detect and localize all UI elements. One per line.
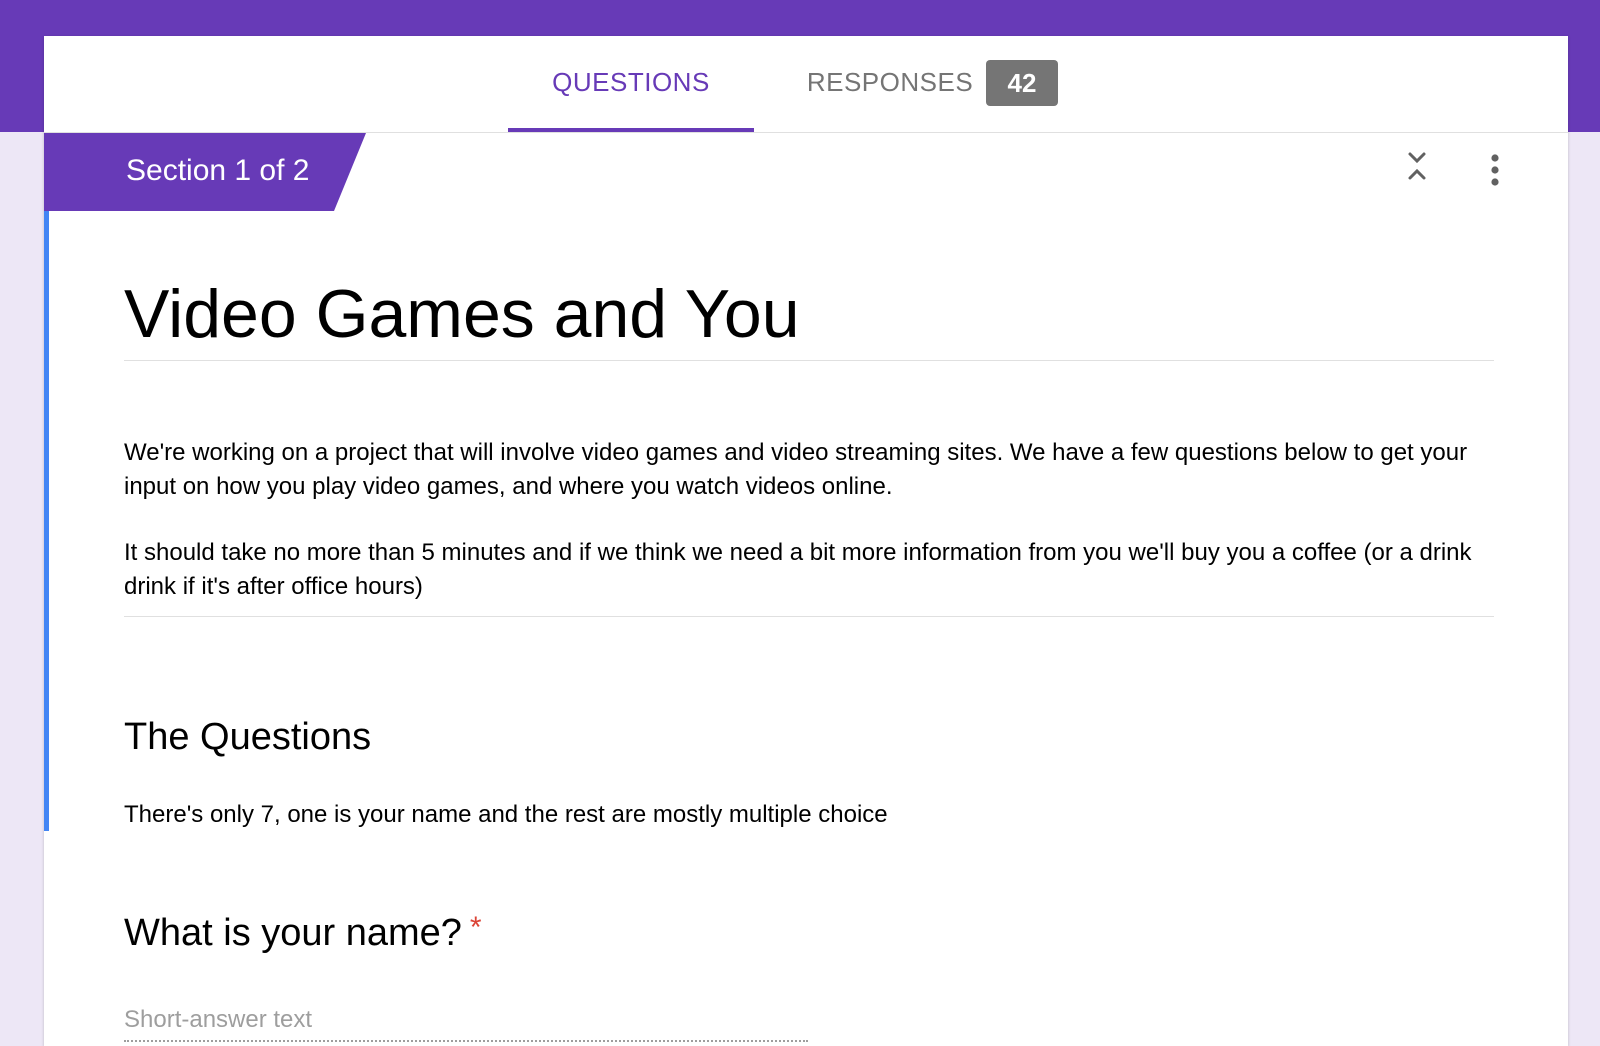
tab-questions[interactable]: QUESTIONS xyxy=(508,36,754,132)
short-answer-field[interactable] xyxy=(124,1000,808,1042)
collapse-section-icon[interactable] xyxy=(1400,150,1434,194)
responses-count-badge: 42 xyxy=(986,60,1058,106)
section-header-title[interactable]: The Questions xyxy=(124,712,371,762)
section-label: Section 1 of 2 xyxy=(126,154,310,187)
more-vert-icon[interactable] xyxy=(1478,150,1512,194)
question-title[interactable]: What is your name? * xyxy=(124,908,482,958)
form-description-paragraph: We're working on a project that will inv… xyxy=(124,439,1468,500)
tab-responses-label: RESPONSES xyxy=(806,67,974,97)
form-editor-card: QUESTIONS RESPONSES 42 Section 1 of 2 Vi… xyxy=(44,36,1568,1046)
question-title-text: What is your name? xyxy=(124,912,462,954)
form-description-paragraph: It should take no more than 5 minutes an… xyxy=(124,539,1472,600)
active-tab-indicator xyxy=(508,128,754,132)
active-section-indicator xyxy=(44,211,49,831)
section-tag: Section 1 of 2 xyxy=(44,133,374,211)
tab-questions-label: QUESTIONS xyxy=(552,67,710,97)
tab-bar: QUESTIONS RESPONSES 42 xyxy=(44,36,1568,133)
required-marker: * xyxy=(469,911,482,944)
form-description[interactable]: We're working on a project that will inv… xyxy=(124,436,1494,617)
tab-responses[interactable]: RESPONSES xyxy=(800,36,980,132)
section-header-description[interactable]: There's only 7, one is your name and the… xyxy=(124,798,888,832)
form-title[interactable]: Video Games and You xyxy=(124,270,1494,361)
